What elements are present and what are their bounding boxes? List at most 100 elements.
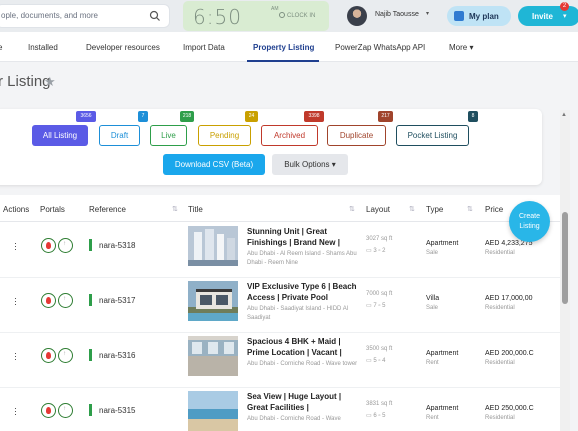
plan-icon bbox=[454, 11, 464, 21]
sort-icon[interactable]: ⇅ bbox=[467, 205, 473, 213]
reference[interactable]: nara-5318 bbox=[99, 241, 135, 250]
table-row[interactable]: ··· nara-5315 Sea View | Huge Layout | G… bbox=[0, 387, 560, 431]
star-icon[interactable]: ★ bbox=[44, 74, 56, 90]
listing-location: Abu Dhabi - Saadiyat Island - HIDD Al Sa… bbox=[247, 306, 349, 321]
listing-title[interactable]: Sea View | Huge Layout | Great Facilitie… bbox=[247, 391, 359, 413]
listing-title[interactable]: Stunning Unit | Great Finishings | Brand… bbox=[247, 226, 359, 248]
portal-upload-icon[interactable] bbox=[58, 403, 73, 418]
my-plan-label: My plan bbox=[469, 12, 499, 21]
property-type: Apartment bbox=[426, 405, 459, 412]
filter-draft[interactable]: Draft bbox=[99, 125, 140, 146]
filter-pocket-listing[interactable]: Pocket Listing bbox=[396, 125, 469, 146]
layout-size: 3831 sq ft bbox=[366, 401, 393, 407]
filter-archived[interactable]: Archived bbox=[261, 125, 318, 146]
create-listing-button[interactable]: Create Listing bbox=[509, 201, 550, 242]
listing-location: Abu Dhabi - Corniche Road - Wave tower bbox=[247, 361, 358, 367]
listing-title[interactable]: VIP Exclusive Type 6 | Beach Access | Pr… bbox=[247, 281, 359, 303]
download-csv-button[interactable]: Download CSV (Beta) bbox=[163, 154, 265, 175]
status-indicator bbox=[89, 239, 92, 251]
price-category: Residential bbox=[485, 415, 515, 421]
scrollbar[interactable]: ▲ bbox=[560, 110, 570, 431]
property-purpose: Sale bbox=[426, 305, 439, 311]
bath-icon: ▫ bbox=[378, 248, 381, 254]
portal-upload-icon[interactable] bbox=[58, 238, 73, 253]
layout-size: 7000 sq ft bbox=[366, 291, 393, 297]
property-type: Apartment bbox=[426, 350, 459, 357]
table-row[interactable]: ··· nara-5318 Stunning Unit | Great Fini… bbox=[0, 222, 560, 278]
tab-e[interactable]: e bbox=[0, 43, 2, 52]
count-archived: 3398 bbox=[304, 111, 324, 122]
property-purpose: Rent bbox=[426, 360, 439, 366]
sort-icon[interactable]: ⇅ bbox=[409, 205, 415, 213]
scroll-up-icon[interactable]: ▲ bbox=[561, 112, 567, 118]
sort-icon[interactable]: ⇅ bbox=[172, 205, 178, 213]
bulk-options-button[interactable]: Bulk Options ▾ bbox=[272, 154, 348, 175]
tab-powerzap-whatsapp-api[interactable]: PowerZap WhatsApp API bbox=[335, 43, 425, 52]
portal-pin-icon[interactable] bbox=[41, 403, 56, 418]
notification-badge: 2 bbox=[560, 2, 569, 11]
layout-rooms: ▭ 7 ▫ 5 bbox=[366, 302, 386, 309]
header-actions: Actions bbox=[3, 205, 30, 214]
reference[interactable]: nara-5316 bbox=[99, 351, 135, 360]
my-plan-button[interactable]: My plan bbox=[447, 6, 511, 26]
bath-icon: ▫ bbox=[378, 413, 381, 419]
filter-duplicate[interactable]: Duplicate bbox=[327, 125, 386, 146]
header-title[interactable]: Title bbox=[188, 205, 203, 214]
avatar[interactable] bbox=[347, 6, 367, 26]
table-row[interactable]: ··· nara-5316 Spacious 4 BHK + Maid | Pr… bbox=[0, 332, 560, 388]
tab-import-data[interactable]: Import Data bbox=[183, 43, 225, 52]
property-thumbnail[interactable] bbox=[188, 226, 238, 266]
user-name[interactable]: Najib Taousse bbox=[375, 11, 419, 18]
property-thumbnail[interactable] bbox=[188, 336, 238, 376]
price: AED 17,000,00 bbox=[485, 295, 533, 302]
baths: 2 bbox=[382, 248, 386, 254]
clock-time: 6:50 bbox=[193, 5, 242, 29]
search-box[interactable]: ople, documents, and more bbox=[0, 4, 170, 28]
property-thumbnail[interactable] bbox=[188, 281, 238, 321]
property-purpose: Rent bbox=[426, 415, 439, 421]
tab-developer-resources[interactable]: Developer resources bbox=[86, 43, 160, 52]
listing-title[interactable]: Spacious 4 BHK + Maid | Prime Location |… bbox=[247, 336, 359, 358]
scrollbar-thumb[interactable] bbox=[562, 212, 568, 304]
header-layout[interactable]: Layout bbox=[366, 205, 390, 214]
price-category: Residential bbox=[485, 250, 515, 256]
count-draft: 7 bbox=[138, 111, 148, 122]
portal-upload-icon[interactable] bbox=[58, 293, 73, 308]
sort-icon[interactable]: ⇅ bbox=[349, 205, 355, 213]
tab-property-listing[interactable]: Property Listing bbox=[253, 43, 314, 52]
filter-all-listing[interactable]: All Listing bbox=[32, 125, 88, 146]
clock-in-label: CLOCK IN bbox=[287, 13, 316, 19]
reference[interactable]: nara-5315 bbox=[99, 406, 135, 415]
more-options-icon[interactable]: · · · bbox=[14, 294, 17, 309]
layout-size: 3027 sq ft bbox=[366, 236, 393, 242]
tab-installed[interactable]: Installed bbox=[28, 43, 58, 52]
header-reference[interactable]: Reference bbox=[89, 205, 126, 214]
more-options-icon[interactable]: · · · bbox=[14, 239, 17, 254]
filter-live[interactable]: Live bbox=[150, 125, 187, 146]
search-icon[interactable] bbox=[149, 10, 161, 22]
property-type: Apartment bbox=[426, 240, 459, 247]
beds: 6 bbox=[373, 413, 377, 419]
reference[interactable]: nara-5317 bbox=[99, 296, 135, 305]
property-thumbnail[interactable] bbox=[188, 391, 238, 431]
more-options-icon[interactable]: · · · bbox=[14, 349, 17, 364]
invite-button[interactable]: Invite ▾ 2 bbox=[518, 2, 578, 26]
portal-upload-icon[interactable] bbox=[58, 348, 73, 363]
chevron-down-icon[interactable]: ▾ bbox=[426, 10, 429, 17]
header-type[interactable]: Type bbox=[426, 205, 443, 214]
portal-pin-icon[interactable] bbox=[41, 293, 56, 308]
tab-more[interactable]: More ▾ bbox=[449, 43, 473, 52]
filter-pending[interactable]: Pending bbox=[198, 125, 251, 146]
portal-pin-icon[interactable] bbox=[41, 348, 56, 363]
more-options-icon[interactable]: · · · bbox=[14, 404, 17, 419]
count-live: 218 bbox=[180, 111, 194, 122]
clock-in-button[interactable]: CLOCK IN bbox=[279, 12, 315, 19]
count-pending: 24 bbox=[245, 111, 258, 122]
header-price[interactable]: Price bbox=[485, 205, 503, 214]
beds: 5 bbox=[373, 358, 377, 364]
active-tab-indicator bbox=[247, 60, 319, 62]
baths: 5 bbox=[382, 413, 386, 419]
table-row[interactable]: ··· nara-5317 VIP Exclusive Type 6 | Bea… bbox=[0, 277, 560, 333]
portal-pin-icon[interactable] bbox=[41, 238, 56, 253]
layout-rooms: ▭ 3 ▫ 2 bbox=[366, 247, 386, 254]
